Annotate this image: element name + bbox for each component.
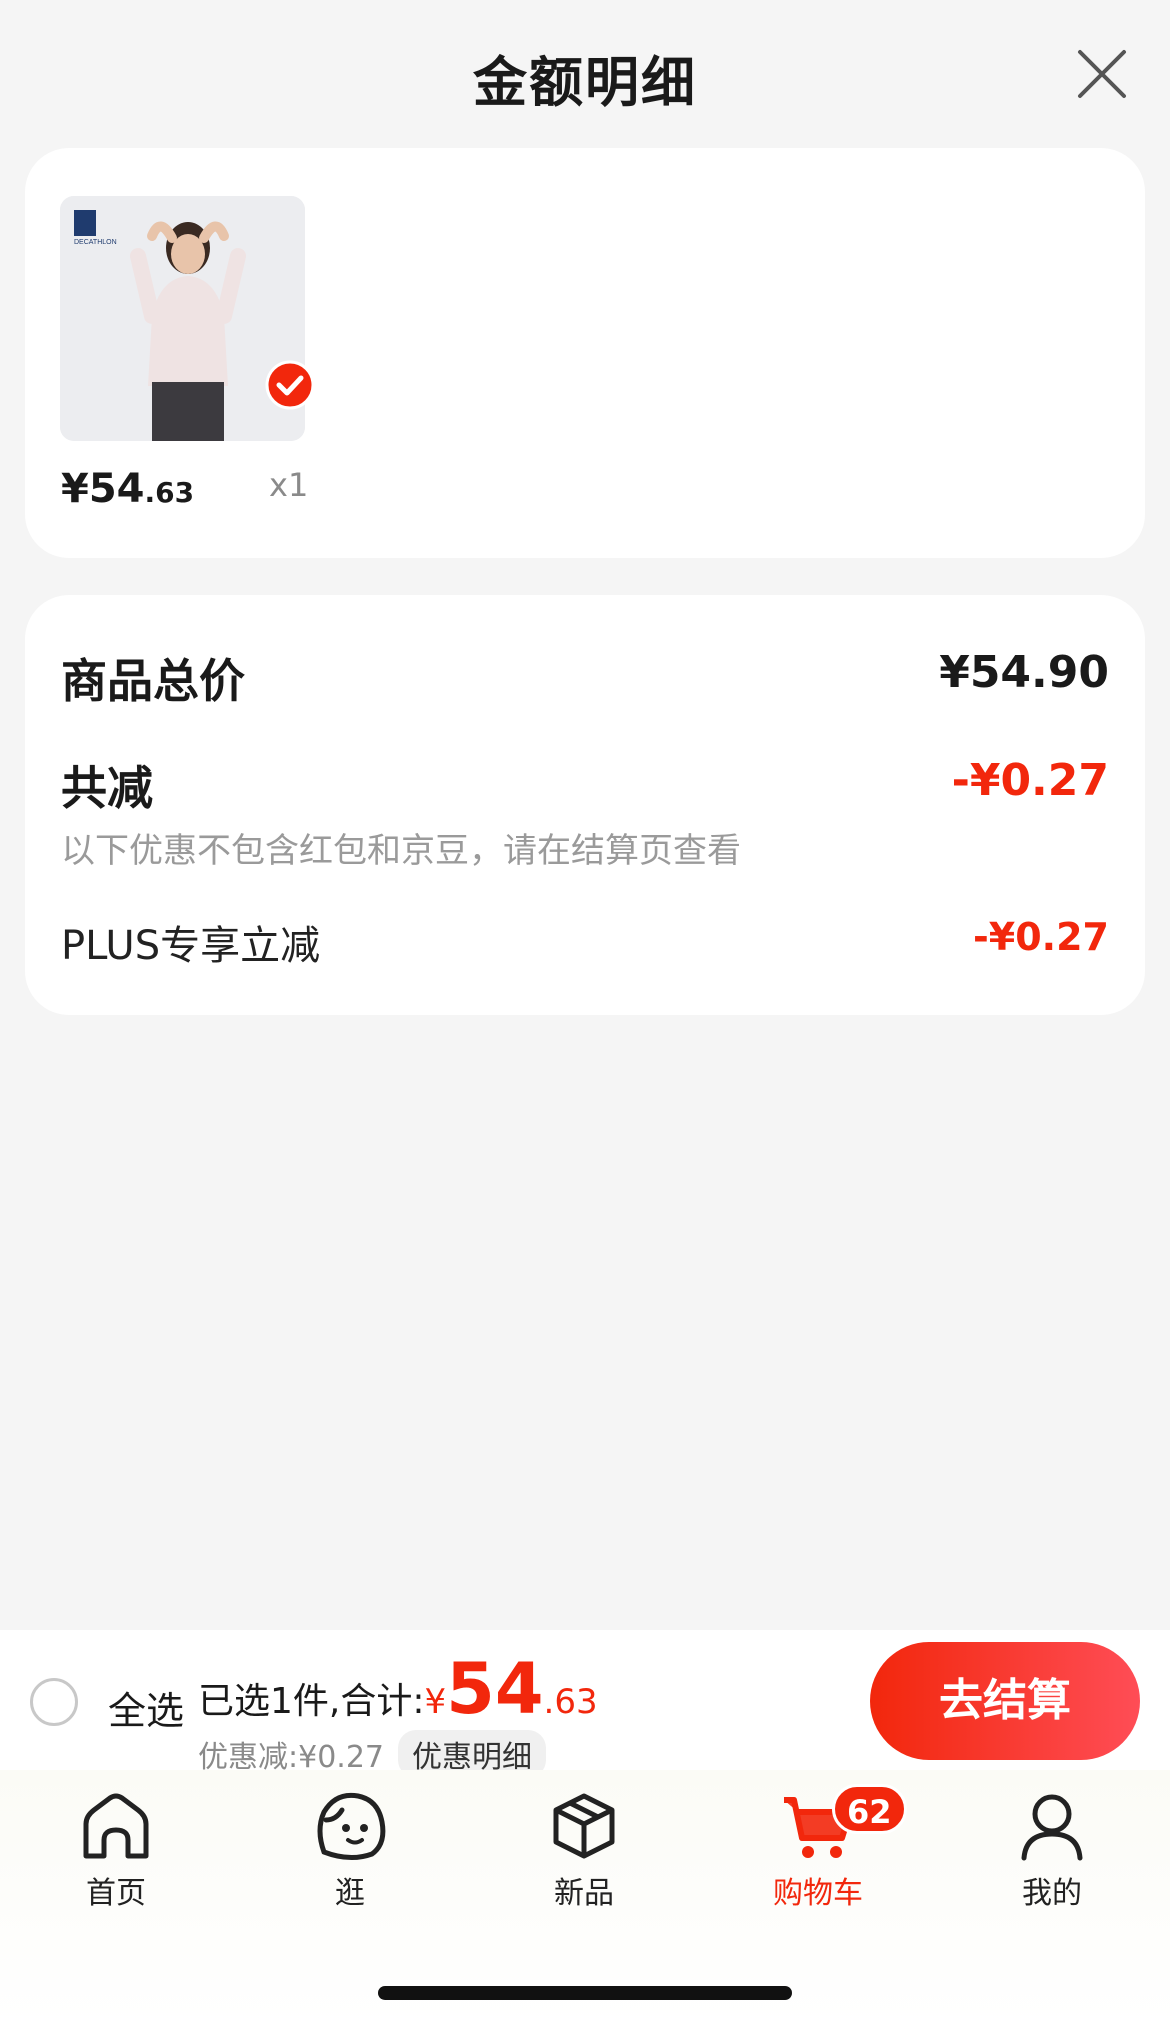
plus-discount-value: -¥0.27 <box>973 915 1109 959</box>
tab-home[interactable]: 首页 <box>36 1790 196 1912</box>
tab-cart[interactable]: 62 购物车 <box>738 1784 907 1912</box>
cube-icon <box>553 1793 615 1859</box>
total-value: ¥54.90 <box>939 647 1109 698</box>
close-icon[interactable] <box>1074 46 1130 102</box>
total-yen: ¥ <box>424 1682 447 1722</box>
tab-mine[interactable]: 我的 <box>972 1790 1132 1912</box>
checkout-bar: 全选 已选1件,合计:¥54.63 优惠减:¥0.27 优惠明细 去结算 <box>0 1630 1170 1778</box>
cart-count-badge: 62 <box>832 1784 907 1834</box>
tab-browse[interactable]: 逛 <box>270 1790 430 1912</box>
selected-total: 已选1件,合计:¥54.63 <box>198 1648 598 1730</box>
tab-cart-label: 购物车 <box>773 1876 863 1911</box>
discount-label: 共减 <box>61 761 153 815</box>
tab-browse-label: 逛 <box>335 1876 365 1911</box>
select-all-radio[interactable] <box>30 1678 78 1726</box>
items-card: DECATHLON ¥54.63 x1 <box>25 148 1145 558</box>
sheet-title: 金额明细 <box>473 51 697 114</box>
tab-home-label: 首页 <box>86 1876 146 1911</box>
item-quantity: x1 <box>269 466 309 504</box>
price-summary-card: 商品总价 ¥54.90 共减 -¥0.27 以下优惠不包含红包和京豆，请在结算页… <box>25 595 1145 1015</box>
total-label: 商品总价 <box>61 654 245 708</box>
selected-count-text: 已选1件,合计: <box>198 1681 425 1722</box>
item-price: ¥54.63 <box>61 466 194 512</box>
thumb-brand-text: DECATHLON <box>74 239 117 246</box>
checkout-button[interactable]: 去结算 <box>870 1642 1140 1760</box>
item-price-dec: .63 <box>144 476 195 509</box>
item-price-int: ¥54 <box>61 466 145 512</box>
plus-discount-label: PLUS专享立减 <box>61 923 321 969</box>
amount-detail-sheet: 金额明细 DECATHLON ¥54.63 x1 商品总价 ¥54.90 共减 … <box>0 0 1170 1630</box>
tab-new[interactable]: 新品 <box>504 1790 664 1912</box>
face-icon <box>317 1792 386 1860</box>
user-icon <box>1021 1794 1083 1861</box>
home-indicator[interactable] <box>378 1986 792 2000</box>
selected-check-icon[interactable] <box>265 360 315 410</box>
total-int: 54 <box>446 1648 544 1730</box>
discount-value: -¥0.27 <box>951 755 1109 806</box>
select-all-label[interactable]: 全选 <box>108 1680 184 1735</box>
discount-note: 以下优惠不包含红包和京豆，请在结算页查看 <box>61 831 741 871</box>
tab-mine-label: 我的 <box>1022 1876 1082 1911</box>
tab-new-label: 新品 <box>554 1876 614 1911</box>
home-icon <box>83 1793 149 1859</box>
total-dec: .63 <box>543 1682 598 1722</box>
